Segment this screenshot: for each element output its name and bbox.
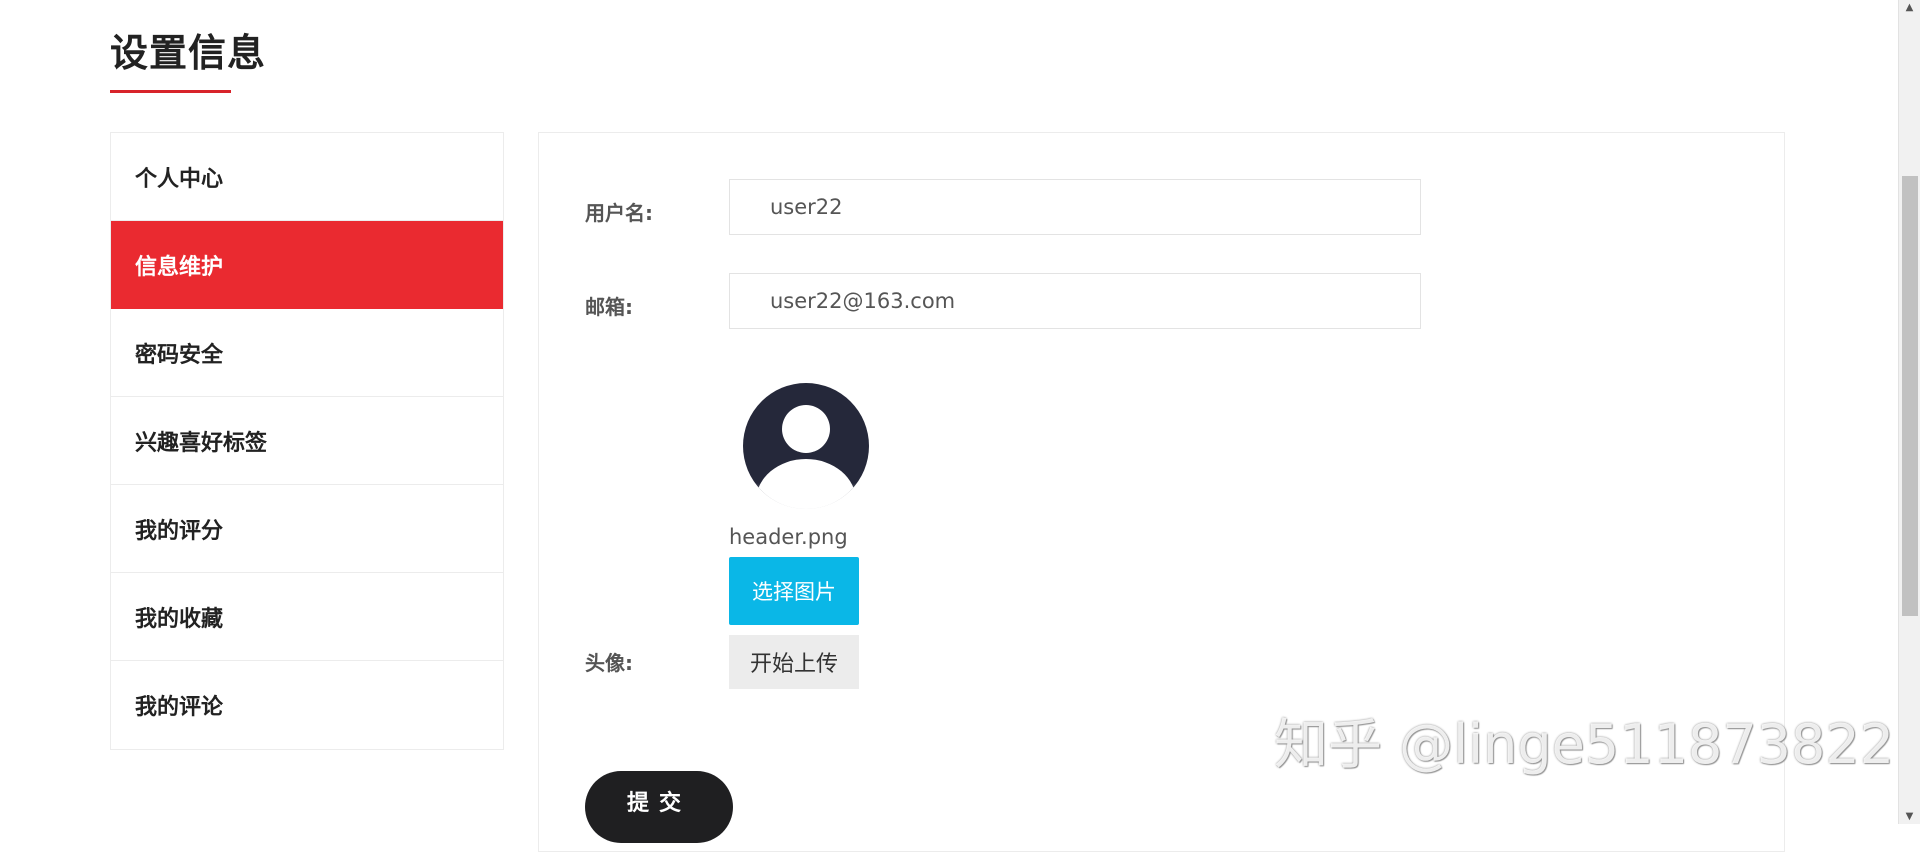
sidebar-item-interest-tags[interactable]: 兴趣喜好标签 [111, 397, 503, 485]
avatar-label: 头像: [585, 651, 633, 675]
start-upload-button[interactable]: 开始上传 [729, 635, 859, 689]
avatar-fade [743, 483, 869, 513]
choose-image-button[interactable]: 选择图片 [729, 557, 859, 625]
email-label: 邮箱: [585, 295, 633, 319]
sidebar-menu: 个人中心 信息维护 密码安全 兴趣喜好标签 我的评分 我的收藏 我的评论 [110, 132, 504, 750]
submit-button[interactable]: 提交 [585, 771, 733, 843]
scrollbar-thumb[interactable] [1902, 176, 1918, 616]
sidebar-item-my-favorites[interactable]: 我的收藏 [111, 573, 503, 661]
sidebar-item-my-comments[interactable]: 我的评论 [111, 661, 503, 749]
title-underline [110, 90, 231, 93]
scroll-down-arrow-icon[interactable]: ▼ [1899, 811, 1920, 822]
sidebar-item-password-security[interactable]: 密码安全 [111, 309, 503, 397]
avatar-file-name: header.png [729, 525, 848, 549]
username-label: 用户名: [585, 201, 653, 225]
username-input[interactable] [729, 179, 1421, 235]
email-input[interactable] [729, 273, 1421, 329]
page-title: 设置信息 [110, 31, 267, 75]
sidebar-item-info-maintenance[interactable]: 信息维护 [111, 221, 503, 309]
sidebar-item-personal-center[interactable]: 个人中心 [111, 133, 503, 221]
page-scrollbar[interactable]: ▲ ▼ [1898, 0, 1920, 824]
zhihu-watermark: 知乎 @linge511873822 [1274, 713, 1895, 776]
sidebar-item-my-ratings[interactable]: 我的评分 [111, 485, 503, 573]
scroll-up-arrow-icon[interactable]: ▲ [1899, 2, 1920, 13]
